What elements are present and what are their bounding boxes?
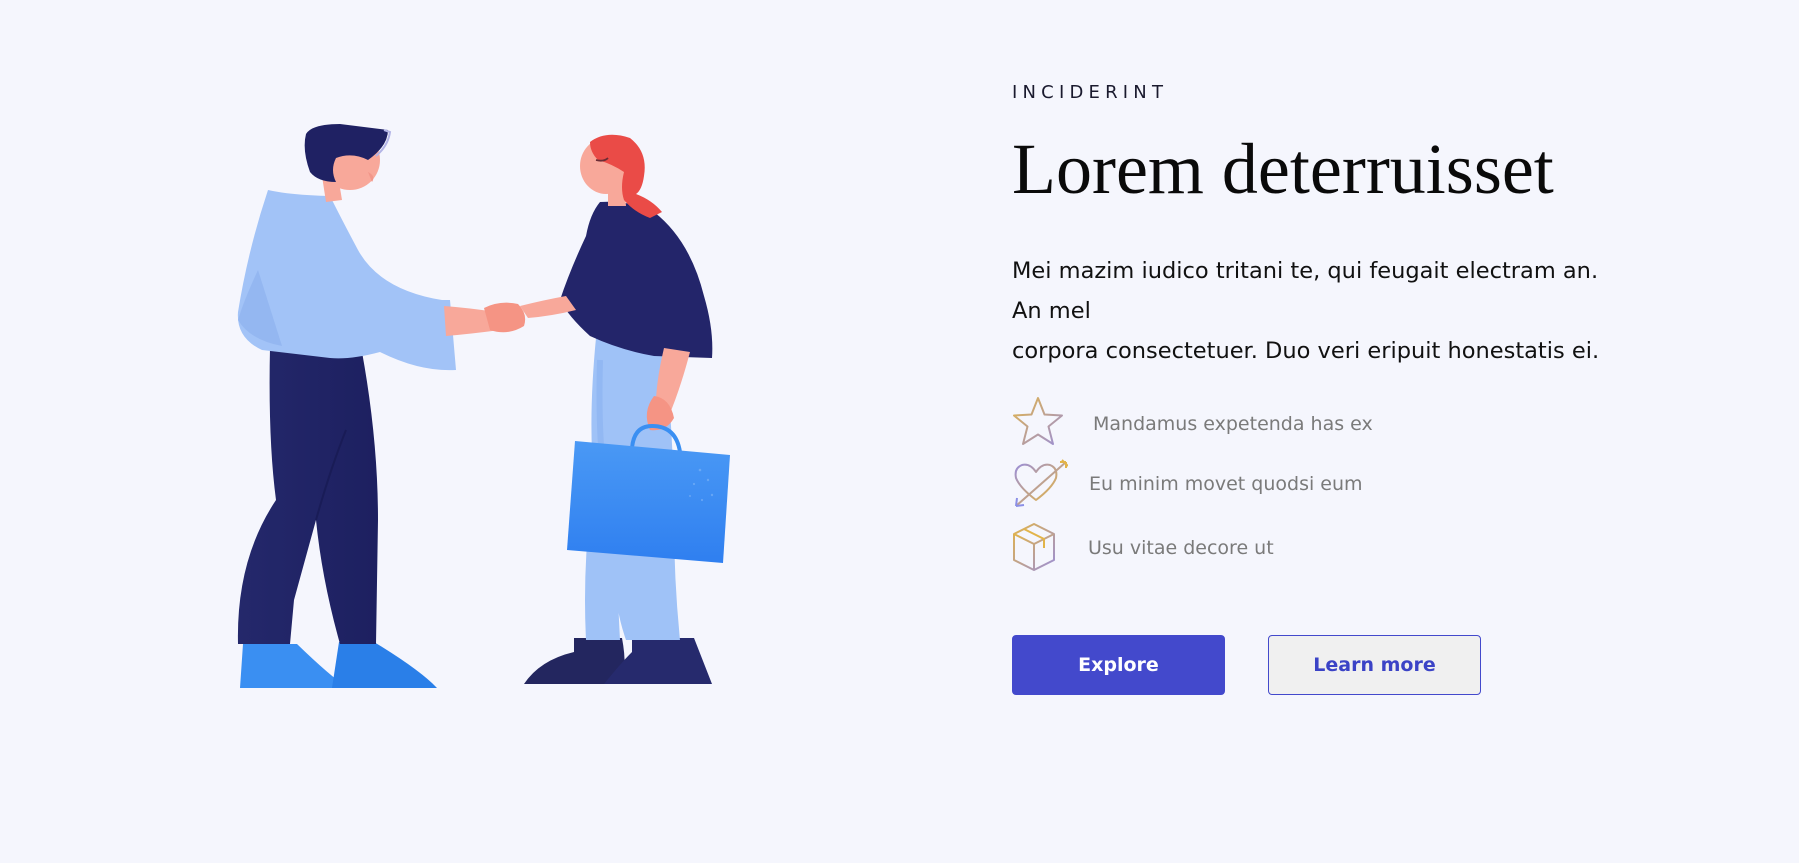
woman-figure	[520, 134, 730, 684]
description-line-1: Mei mazim iudico tritani te, qui feugait…	[1012, 258, 1599, 284]
description-line-2: An mel	[1012, 298, 1091, 324]
man-figure	[237, 124, 500, 688]
description-line-3: corpora consectetuer. Duo veri eripuit h…	[1012, 338, 1600, 364]
feature-item: Eu minim movet quodsi eum	[1012, 456, 1363, 512]
feature-item: Usu vitae decore ut	[1012, 520, 1274, 576]
feature-label: Mandamus expetenda has ex	[1093, 413, 1373, 435]
handshake	[484, 302, 526, 333]
explore-button[interactable]: Explore	[1012, 635, 1225, 695]
heart-arrow-icon	[1012, 456, 1068, 512]
feature-item: Mandamus expetenda has ex	[1012, 396, 1373, 452]
feature-label: Eu minim movet quodsi eum	[1089, 473, 1363, 495]
learn-more-button[interactable]: Learn more	[1268, 635, 1481, 695]
box-icon	[1012, 520, 1068, 576]
eyebrow-label: INCIDERINT	[1012, 82, 1169, 103]
hero-content: INCIDERINT Lorem deterruisset Mei mazim …	[1012, 0, 1732, 863]
handshake-illustration	[237, 124, 730, 688]
page-title: Lorem deterruisset	[1012, 129, 1554, 209]
feature-label: Usu vitae decore ut	[1088, 537, 1274, 559]
hero-description: Mei mazim iudico tritani te, qui feugait…	[1012, 251, 1652, 371]
star-icon	[1012, 396, 1068, 452]
